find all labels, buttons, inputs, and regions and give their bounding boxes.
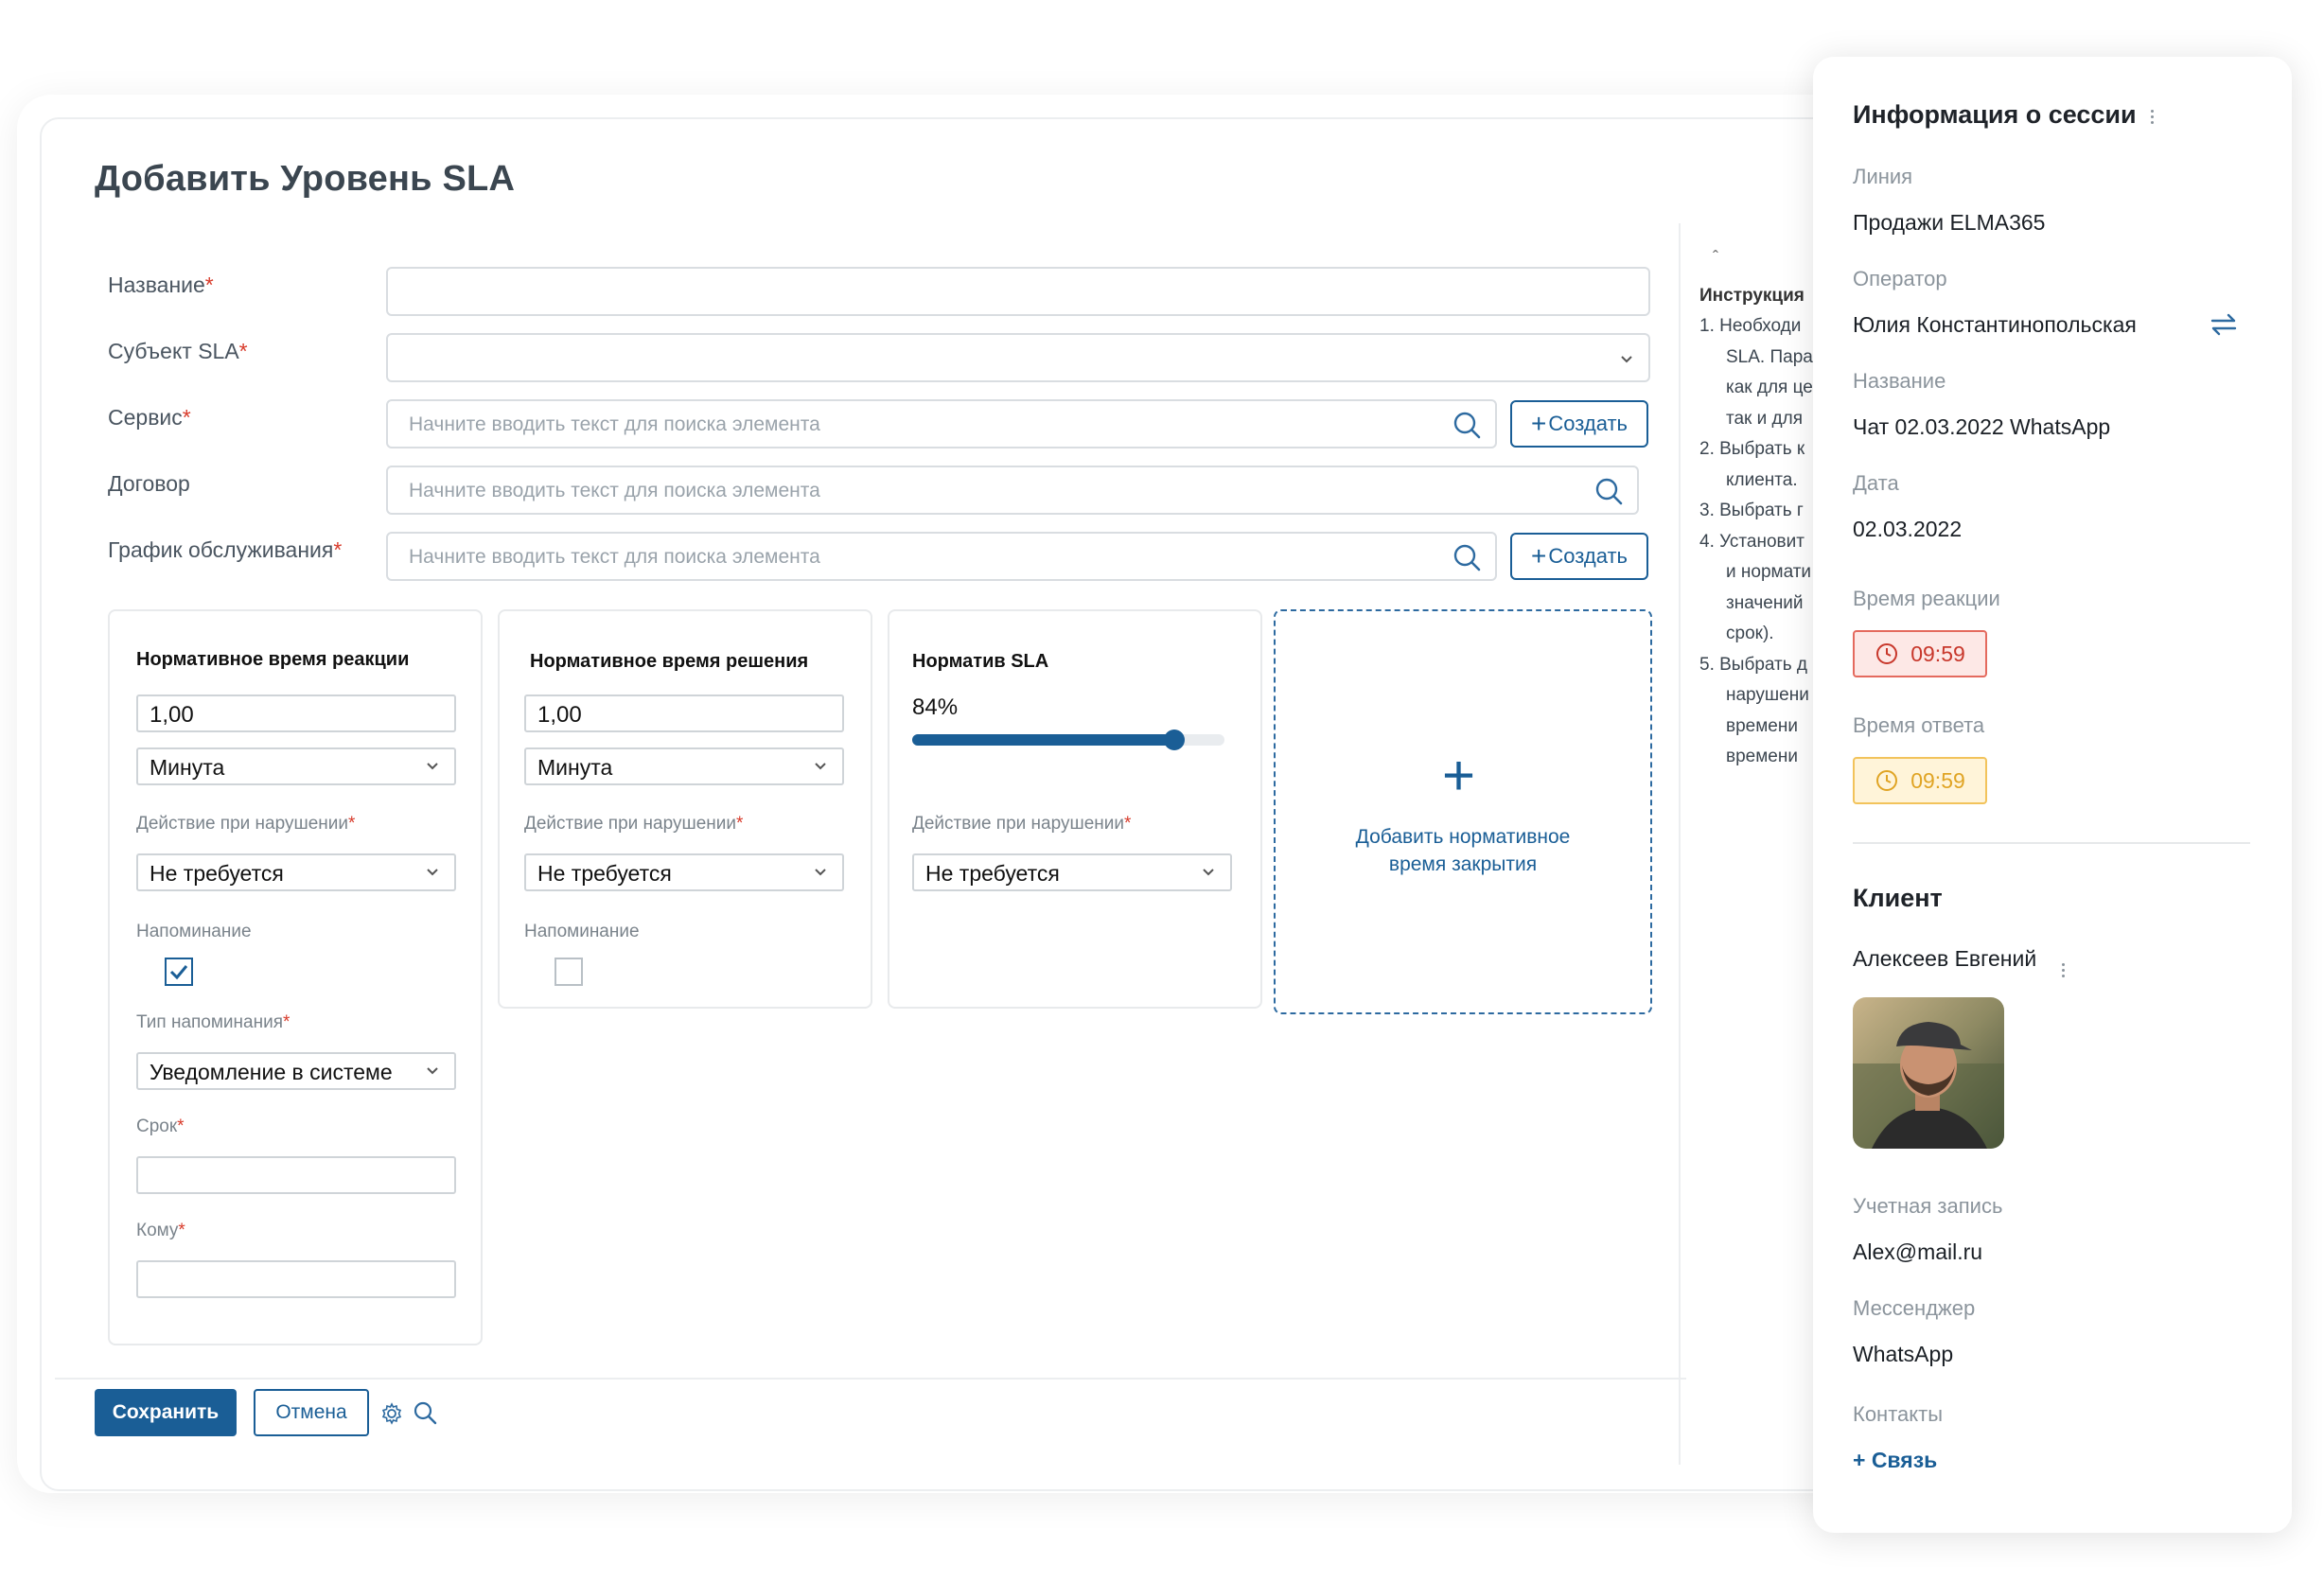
answer-time-label: Время ответа xyxy=(1853,713,1985,737)
service-search-input[interactable]: Начните вводить текст для поиска элемент… xyxy=(386,399,1497,448)
sla-slider[interactable] xyxy=(912,729,1224,750)
contract-search-input[interactable]: Начните вводить текст для поиска элемент… xyxy=(386,466,1639,515)
subject-sla-label: Субъект SLA* xyxy=(108,339,248,363)
account-label: Учетная запись xyxy=(1853,1194,2003,1218)
add-closing-time-card[interactable]: + Добавить нормативное время закрытия xyxy=(1274,609,1652,1014)
reaction-time-label: Время реакции xyxy=(1853,587,2000,610)
section-divider xyxy=(1853,842,2250,844)
panel-divider xyxy=(1679,223,1681,1465)
operator-value: Юлия Константинопольская xyxy=(1853,312,2137,337)
sla-violation-select[interactable]: Не требуется xyxy=(912,853,1232,891)
clock-icon xyxy=(1876,643,1898,664)
contract-label: Договор xyxy=(108,471,190,496)
avatar xyxy=(1853,997,2004,1149)
plus-icon: + xyxy=(1531,409,1547,438)
schedule-create-button[interactable]: + Создать xyxy=(1510,533,1648,580)
sla-violation-label: Действие при нарушении* xyxy=(912,814,1132,834)
answer-time-badge: 09:59 xyxy=(1853,757,1987,804)
search-icon[interactable] xyxy=(1593,476,1626,508)
reminder-type-label: Тип напоминания* xyxy=(136,1012,290,1032)
contacts-label: Контакты xyxy=(1853,1402,1944,1426)
chevron-down-icon xyxy=(815,869,826,876)
to-label: Кому* xyxy=(136,1221,185,1240)
contract-placeholder: Начните вводить текст для поиска элемент… xyxy=(409,480,820,501)
add-closing-time-label: Добавить нормативное время закрытия xyxy=(1355,826,1571,875)
reaction-unit-select[interactable]: Минута xyxy=(136,747,456,785)
checkmark-icon xyxy=(169,965,188,980)
page-title: Добавить Уровень SLA xyxy=(95,159,516,199)
resolution-value-input[interactable]: 1,00 xyxy=(524,694,844,732)
client-title: Клиент xyxy=(1853,884,1943,912)
resolution-time-card: Нормативное время решения 1,00 Минута Де… xyxy=(498,609,872,1009)
add-contact-link[interactable]: + Связь xyxy=(1853,1448,1937,1473)
account-value: Alex@mail.ru xyxy=(1853,1239,1983,1264)
gear-icon[interactable] xyxy=(380,1402,403,1425)
schedule-label: График обслуживания* xyxy=(108,537,343,562)
plus-icon: + xyxy=(1442,744,1476,807)
messenger-value: WhatsApp xyxy=(1853,1342,1954,1366)
more-options-icon[interactable] xyxy=(2061,963,2067,980)
save-button[interactable]: Сохранить xyxy=(95,1389,237,1436)
resolution-reminder-checkbox[interactable] xyxy=(555,958,583,986)
line-label: Линия xyxy=(1853,165,1913,188)
reaction-reminder-checkbox[interactable] xyxy=(165,958,193,986)
schedule-search-input[interactable]: Начните вводить текст для поиска элемент… xyxy=(386,532,1497,581)
session-info-panel: Информация о сессии Линия Продажи ELMA36… xyxy=(1813,57,2292,1533)
service-create-button[interactable]: + Создать xyxy=(1510,400,1648,448)
chevron-down-icon xyxy=(427,763,438,770)
line-value: Продажи ELMA365 xyxy=(1853,210,2046,235)
chevron-down-icon xyxy=(427,869,438,876)
resolution-card-title: Нормативное время решения xyxy=(530,651,809,672)
reaction-time-card: Нормативное время реакции 1,00 Минута Де… xyxy=(108,609,483,1345)
messenger-label: Мессенджер xyxy=(1853,1296,1976,1320)
footer-divider xyxy=(55,1378,1686,1380)
sla-slider-handle[interactable] xyxy=(1164,729,1185,750)
chevron-down-icon xyxy=(1203,869,1214,876)
sla-form-window: Добавить Уровень SLA Название* Субъект S… xyxy=(40,117,1866,1491)
reaction-value-input[interactable]: 1,00 xyxy=(136,694,456,732)
client-photo xyxy=(1853,997,2004,1149)
swap-icon[interactable] xyxy=(2209,312,2239,337)
schedule-placeholder: Начните вводить текст для поиска элемент… xyxy=(409,546,820,568)
reaction-violation-select[interactable]: Не требуется xyxy=(136,853,456,891)
term-label: Срок* xyxy=(136,1116,185,1136)
chevron-down-icon xyxy=(815,763,826,770)
date-label: Дата xyxy=(1853,471,1899,495)
session-name-label: Название xyxy=(1853,369,1946,393)
to-input[interactable] xyxy=(136,1260,456,1298)
chevron-down-icon xyxy=(1621,356,1632,363)
service-label: Сервис* xyxy=(108,405,191,430)
sla-slider-fill xyxy=(912,734,1174,746)
operator-label: Оператор xyxy=(1853,267,1947,290)
sla-card-title: Норматив SLA xyxy=(912,651,1049,672)
reminder-type-select[interactable]: Уведомление в системе xyxy=(136,1052,456,1090)
date-value: 02.03.2022 xyxy=(1853,517,1963,541)
resolution-violation-select[interactable]: Не требуется xyxy=(524,853,844,891)
reaction-violation-label: Действие при нарушении* xyxy=(136,814,356,834)
resolution-unit-select[interactable]: Минута xyxy=(524,747,844,785)
reaction-time-badge: 09:59 xyxy=(1853,630,1987,677)
name-input[interactable] xyxy=(386,267,1650,316)
reaction-card-title: Нормативное время реакции xyxy=(136,649,410,670)
plus-icon: + xyxy=(1531,541,1547,571)
client-name: Алексеев Евгений xyxy=(1853,946,2037,971)
session-info-title: Информация о сессии xyxy=(1853,100,2137,129)
chevron-down-icon xyxy=(427,1067,438,1075)
search-icon[interactable] xyxy=(1452,410,1484,442)
subject-sla-select[interactable] xyxy=(386,333,1650,382)
clock-icon xyxy=(1876,770,1898,791)
service-placeholder: Начните вводить текст для поиска элемент… xyxy=(409,413,820,435)
cancel-button[interactable]: Отмена xyxy=(254,1389,369,1436)
term-input[interactable] xyxy=(136,1156,456,1194)
session-name-value: Чат 02.03.2022 WhatsApp xyxy=(1853,414,2111,439)
resolution-reminder-label: Напоминание xyxy=(524,922,640,941)
reaction-reminder-label: Напоминание xyxy=(136,922,252,941)
more-options-icon[interactable] xyxy=(2150,110,2156,127)
name-label: Название* xyxy=(108,272,214,297)
sla-norm-card: Норматив SLA 84% Действие при нарушении*… xyxy=(888,609,1262,1009)
sla-percent-value: 84% xyxy=(912,694,959,720)
search-icon[interactable] xyxy=(413,1400,439,1427)
search-icon[interactable] xyxy=(1452,542,1484,574)
resolution-violation-label: Действие при нарушении* xyxy=(524,814,744,834)
